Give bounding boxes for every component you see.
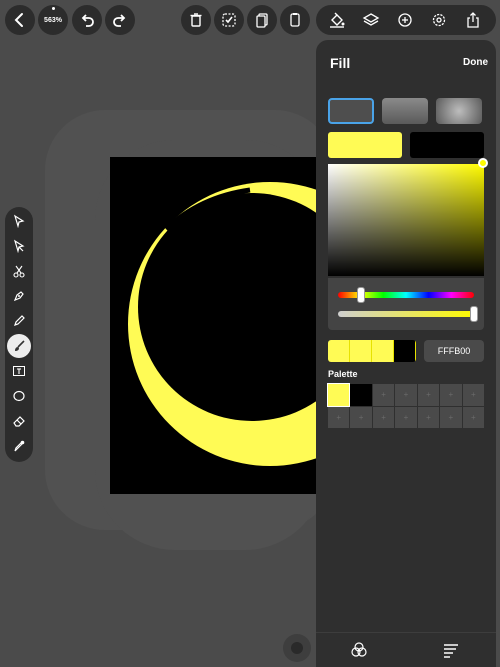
tool-direct-select[interactable] bbox=[7, 234, 31, 258]
moon-artwork[interactable] bbox=[110, 157, 316, 494]
select-arrow-icon bbox=[13, 214, 25, 228]
palette-empty-slot[interactable]: + bbox=[440, 406, 462, 428]
share-icon[interactable] bbox=[464, 11, 482, 29]
palette-swatch[interactable] bbox=[326, 383, 351, 407]
paste-button[interactable] bbox=[280, 5, 310, 35]
redo-button[interactable] bbox=[105, 5, 135, 35]
settings-icon[interactable] bbox=[430, 11, 448, 29]
back-button[interactable] bbox=[5, 5, 35, 35]
redo-icon bbox=[113, 14, 126, 27]
palette-empty-slot[interactable]: + bbox=[395, 384, 417, 406]
canvas-center-button[interactable] bbox=[283, 634, 311, 662]
scissors-icon bbox=[13, 265, 25, 278]
hue-slider-thumb[interactable] bbox=[357, 287, 366, 303]
color-sliders bbox=[328, 278, 484, 330]
palette-grid: + + + + + + + + + + + + bbox=[326, 383, 484, 428]
select-button[interactable] bbox=[214, 5, 244, 35]
undo-icon bbox=[81, 14, 94, 27]
duplicate-icon bbox=[256, 13, 268, 28]
recent-color-swatch[interactable] bbox=[350, 340, 372, 362]
fill-type-radial-gradient[interactable] bbox=[436, 98, 482, 124]
duplicate-button[interactable] bbox=[247, 5, 277, 35]
palette-empty-slot[interactable]: + bbox=[350, 406, 372, 428]
palette-empty-slot[interactable]: + bbox=[462, 384, 484, 406]
delete-button[interactable] bbox=[181, 5, 211, 35]
top-right-toolbar bbox=[316, 5, 496, 35]
color-picker-handle[interactable] bbox=[478, 158, 488, 168]
palette-swatch[interactable] bbox=[350, 384, 372, 406]
eyedropper-icon bbox=[14, 440, 25, 452]
palette-empty-slot[interactable]: + bbox=[417, 384, 440, 406]
opacity-slider[interactable] bbox=[338, 311, 474, 317]
done-button[interactable]: Done bbox=[463, 57, 488, 68]
color-circles-icon[interactable] bbox=[350, 641, 368, 659]
pen-icon bbox=[13, 291, 24, 302]
palette-empty-slot[interactable]: + bbox=[417, 406, 440, 428]
recent-color-swatch[interactable] bbox=[394, 340, 416, 362]
direct-select-icon bbox=[13, 239, 25, 253]
palette-empty-slot[interactable]: + bbox=[328, 406, 350, 428]
tool-select[interactable] bbox=[7, 209, 31, 233]
paste-icon bbox=[290, 13, 300, 27]
artboard[interactable] bbox=[110, 157, 316, 494]
current-color-swatch[interactable] bbox=[328, 132, 402, 158]
palette-empty-slot[interactable]: + bbox=[372, 406, 395, 428]
brush-icon bbox=[15, 340, 25, 351]
zoom-indicator-dot bbox=[52, 7, 55, 10]
opacity-slider-thumb[interactable] bbox=[470, 306, 478, 322]
add-icon[interactable] bbox=[396, 11, 414, 29]
panel-title: Fill bbox=[330, 55, 351, 71]
zoom-button[interactable]: 563% bbox=[38, 5, 68, 35]
undo-button[interactable] bbox=[72, 5, 102, 35]
fill-type-linear-gradient[interactable] bbox=[382, 98, 428, 124]
tool-ellipse[interactable] bbox=[7, 384, 31, 408]
fill-type-solid[interactable] bbox=[328, 98, 374, 124]
recent-color-swatch[interactable] bbox=[328, 340, 350, 362]
hex-input[interactable]: FFFB00 bbox=[424, 340, 484, 362]
text-icon bbox=[13, 366, 25, 376]
pencil-icon bbox=[14, 315, 25, 326]
palette-label: Palette bbox=[328, 369, 358, 379]
fill-bucket-icon[interactable] bbox=[328, 11, 346, 29]
tool-pencil[interactable] bbox=[7, 309, 31, 333]
zoom-label: 563% bbox=[44, 16, 62, 24]
saturation-brightness-picker[interactable] bbox=[328, 164, 484, 276]
tool-text[interactable] bbox=[7, 359, 31, 383]
tool-bar bbox=[5, 207, 33, 462]
palette-empty-slot[interactable]: + bbox=[372, 384, 395, 406]
tool-pen[interactable] bbox=[7, 284, 31, 308]
center-dot-icon bbox=[291, 642, 303, 654]
previous-color-swatch[interactable] bbox=[410, 132, 484, 158]
tool-brush[interactable] bbox=[7, 334, 31, 358]
recent-color-swatch[interactable] bbox=[372, 340, 394, 362]
ellipse-icon bbox=[13, 390, 25, 402]
tool-eyedropper[interactable] bbox=[7, 434, 31, 458]
select-check-icon bbox=[222, 13, 236, 27]
eraser-icon bbox=[13, 416, 25, 427]
list-lines-icon[interactable] bbox=[442, 641, 460, 659]
tool-eraser[interactable] bbox=[7, 409, 31, 433]
panel-footer bbox=[316, 632, 496, 667]
tool-scissors[interactable] bbox=[7, 259, 31, 283]
back-icon bbox=[14, 13, 23, 27]
fill-panel: Fill Done FFFB00 Palette + + + + + + + + + + + + bbox=[316, 40, 496, 667]
trash-icon bbox=[190, 13, 202, 27]
palette-empty-slot[interactable]: + bbox=[395, 406, 417, 428]
layers-icon[interactable] bbox=[362, 11, 380, 29]
palette-empty-slot[interactable]: + bbox=[440, 384, 462, 406]
palette-empty-slot[interactable]: + bbox=[462, 406, 484, 428]
recent-colors bbox=[328, 340, 416, 362]
